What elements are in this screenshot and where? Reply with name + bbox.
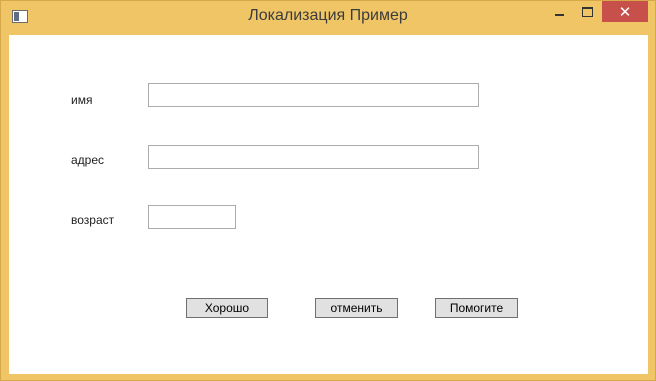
- name-input[interactable]: [148, 83, 479, 107]
- address-input[interactable]: [148, 145, 479, 169]
- maximize-icon: [582, 6, 593, 17]
- minimize-icon: [554, 13, 564, 16]
- close-icon: ✕: [618, 3, 632, 21]
- address-label: адрес: [71, 153, 105, 167]
- cancel-button[interactable]: отменить: [315, 298, 398, 318]
- minimize-button[interactable]: [546, 1, 572, 22]
- ok-button[interactable]: Хорошо: [186, 298, 268, 318]
- maximize-button[interactable]: [574, 1, 601, 22]
- age-input[interactable]: [148, 205, 236, 229]
- name-label: имя: [71, 93, 93, 107]
- help-button[interactable]: Помогите: [435, 298, 518, 318]
- title-bar[interactable]: Локализация Пример ✕: [1, 1, 655, 35]
- app-window: Локализация Пример ✕ имя адрес возраст Х…: [0, 0, 656, 381]
- form-area: имя адрес возраст Хорошо отменить Помоги…: [9, 35, 648, 374]
- close-button[interactable]: ✕: [602, 1, 648, 22]
- age-label: возраст: [71, 213, 115, 227]
